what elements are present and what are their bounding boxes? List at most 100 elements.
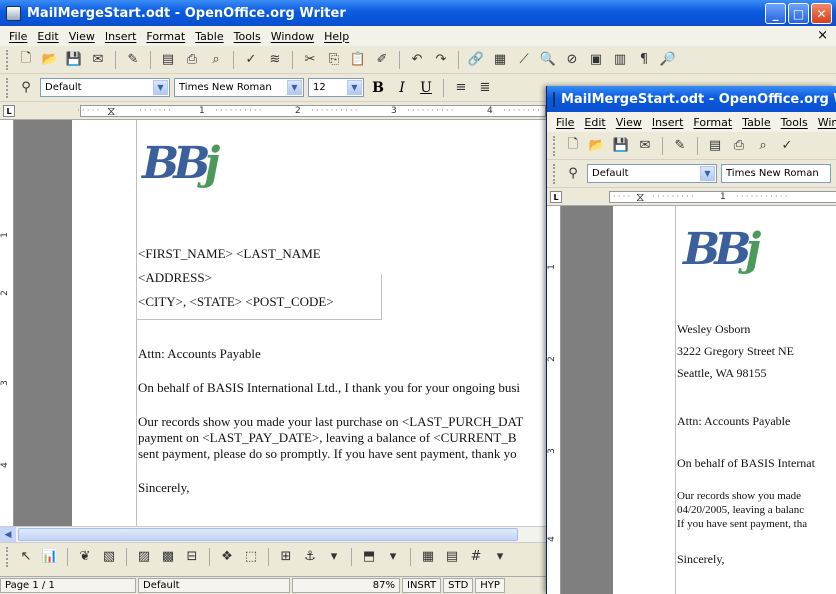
scrollbar-thumb[interactable] <box>18 528 518 541</box>
align-left-icon[interactable]: ≡ <box>451 78 471 98</box>
font-name-combo[interactable]: Times New Roman <box>721 164 831 183</box>
cut-icon[interactable]: ✂ <box>300 50 320 70</box>
select-arrow-icon[interactable]: ↖ <box>16 547 36 567</box>
chart-icon[interactable]: 📊 <box>40 547 60 567</box>
draw-functions-icon[interactable]: ⟋ <box>514 50 534 70</box>
selection-mode-indicator[interactable]: STD <box>443 578 474 593</box>
menu-table[interactable]: Table <box>195 30 223 43</box>
save-icon[interactable]: 💾 <box>611 136 631 156</box>
new-document-icon[interactable]: 🗋 <box>16 50 36 70</box>
tab-stop-type-icon[interactable]: L <box>550 191 562 203</box>
menu-window[interactable]: Window <box>818 116 836 129</box>
menu-tools[interactable]: Tools <box>781 116 808 129</box>
autospellcheck-icon[interactable]: ≋ <box>265 50 285 70</box>
minimize-button[interactable]: _ <box>765 3 786 24</box>
undo-icon[interactable]: ↶ <box>407 50 427 70</box>
menu-file[interactable]: File <box>556 116 574 129</box>
menu-view[interactable]: View <box>616 116 642 129</box>
menu-format[interactable]: Format <box>146 30 185 43</box>
insert-mode-indicator[interactable]: INSRT <box>402 578 442 593</box>
datasources-icon[interactable]: ▥ <box>610 50 630 70</box>
indent-marker-icon[interactable]: ⧖ <box>107 104 115 119</box>
edit-file-icon[interactable]: ✎ <box>123 50 143 70</box>
zoom-icon[interactable]: 🔎 <box>658 50 678 70</box>
grid-icon[interactable]: ▦ <box>418 547 438 567</box>
toolbar-grip[interactable] <box>6 49 9 70</box>
styles-formatting-icon[interactable]: ⚲ <box>16 78 36 98</box>
menu-tools[interactable]: Tools <box>234 30 261 43</box>
copy-icon[interactable]: ⎘ <box>324 50 344 70</box>
vertical-ruler[interactable]: 1 2 3 4 <box>0 120 14 526</box>
anchor-icon[interactable]: ⚓ <box>300 547 320 567</box>
title-bar[interactable]: MailMergeStart.odt - OpenOffice.org Writ… <box>547 86 836 112</box>
font-name-combo[interactable]: Times New Roman ▼ <box>174 78 304 97</box>
export-pdf-icon[interactable]: ▤ <box>158 50 178 70</box>
tab-stop-type-icon[interactable]: L <box>3 105 15 117</box>
chevron-down-icon[interactable]: ▼ <box>153 80 168 95</box>
chevron-down-icon[interactable]: ▾ <box>383 547 403 567</box>
zoom-indicator[interactable]: 87% <box>292 578 400 593</box>
print-icon[interactable]: ⎙ <box>729 136 749 156</box>
font-size-combo[interactable]: 12 ▼ <box>308 78 364 97</box>
chevron-down-icon[interactable]: ▼ <box>347 80 362 95</box>
horizontal-scrollbar[interactable]: ◀ <box>0 526 546 543</box>
menu-help[interactable]: Help <box>324 30 349 43</box>
page-indicator[interactable]: Page 1 / 1 <box>0 578 136 593</box>
scroll-left-icon[interactable]: ◀ <box>0 527 16 543</box>
menu-window[interactable]: Window <box>271 30 314 43</box>
document-canvas[interactable]: BBj <FIRST_NAME> <LAST_NAME <ADDRESS> <C… <box>14 120 546 526</box>
menu-insert[interactable]: Insert <box>652 116 684 129</box>
styles-formatting-icon[interactable]: ⚲ <box>563 164 583 184</box>
close-button[interactable]: ✕ <box>811 3 832 24</box>
hash-grid-icon[interactable]: # <box>466 547 486 567</box>
callouts-icon[interactable]: ⬚ <box>241 547 261 567</box>
print-icon[interactable]: ⎙ <box>182 50 202 70</box>
page-preview-icon[interactable]: ⌕ <box>206 50 226 70</box>
menu-insert[interactable]: Insert <box>105 30 137 43</box>
chevron-down-icon[interactable]: ▼ <box>700 166 715 181</box>
menu-table[interactable]: Table <box>742 116 770 129</box>
document-page[interactable]: BBj <FIRST_NAME> <LAST_NAME <ADDRESS> <C… <box>72 120 546 526</box>
hyperlink-icon[interactable]: 🔗 <box>466 50 486 70</box>
email-icon[interactable]: ✉ <box>635 136 655 156</box>
document-page[interactable]: BBj Wesley Osborn 3222 Gregory Street NE… <box>613 206 836 594</box>
form-wizards-icon[interactable]: ⊟ <box>182 547 202 567</box>
title-bar[interactable]: MailMergeStart.odt - OpenOffice.org Writ… <box>0 0 836 26</box>
edit-file-icon[interactable]: ✎ <box>670 136 690 156</box>
toolbar-grip[interactable] <box>6 546 9 567</box>
menu-format[interactable]: Format <box>693 116 732 129</box>
email-icon[interactable]: ✉ <box>88 50 108 70</box>
document-canvas[interactable]: BBj Wesley Osborn 3222 Gregory Street NE… <box>561 206 836 594</box>
new-document-icon[interactable]: 🗋 <box>563 136 583 156</box>
formatting-marks-icon[interactable]: ¶ <box>634 50 654 70</box>
open-folder-icon[interactable]: 📂 <box>587 136 607 156</box>
page-style-indicator[interactable]: Default <box>138 578 290 593</box>
maximize-button[interactable]: □ <box>788 3 809 24</box>
italic-button[interactable]: I <box>392 78 412 98</box>
menu-file[interactable]: File <box>9 30 27 43</box>
frame-icon[interactable]: ⬒ <box>359 547 379 567</box>
insert-field-icon[interactable]: ▤ <box>442 547 462 567</box>
open-folder-icon[interactable]: 📂 <box>40 50 60 70</box>
spellcheck-icon[interactable]: ✓ <box>777 136 797 156</box>
toolbar-grip[interactable] <box>553 135 556 156</box>
hyperlink-mode-indicator[interactable]: HYP <box>475 578 505 593</box>
paragraph-style-combo[interactable]: Default ▼ <box>587 164 717 183</box>
paste-icon[interactable]: 📋 <box>348 50 368 70</box>
find-replace-icon[interactable]: 🔍 <box>538 50 558 70</box>
align-center-icon[interactable]: ≣ <box>475 78 495 98</box>
menu-view[interactable]: View <box>69 30 95 43</box>
chevron-down-icon[interactable]: ▾ <box>324 547 344 567</box>
toolbar-options-icon[interactable]: ▾ <box>490 547 510 567</box>
table-icon[interactable]: ▦ <box>490 50 510 70</box>
horizontal-ruler[interactable]: L ⧖ ····· ······· 1 ·········· 2 ·······… <box>0 102 546 120</box>
page-preview-icon[interactable]: ⌕ <box>753 136 773 156</box>
toolbar-grip[interactable] <box>6 77 9 98</box>
bold-button[interactable]: B <box>368 78 388 98</box>
redo-icon[interactable]: ↷ <box>431 50 451 70</box>
menu-edit[interactable]: Edit <box>584 116 605 129</box>
format-paintbrush-icon[interactable]: ✐ <box>372 50 392 70</box>
toolbar-grip[interactable] <box>553 163 556 184</box>
indent-marker-icon[interactable]: ⧖ <box>636 190 644 205</box>
underline-button[interactable]: U <box>416 78 436 98</box>
